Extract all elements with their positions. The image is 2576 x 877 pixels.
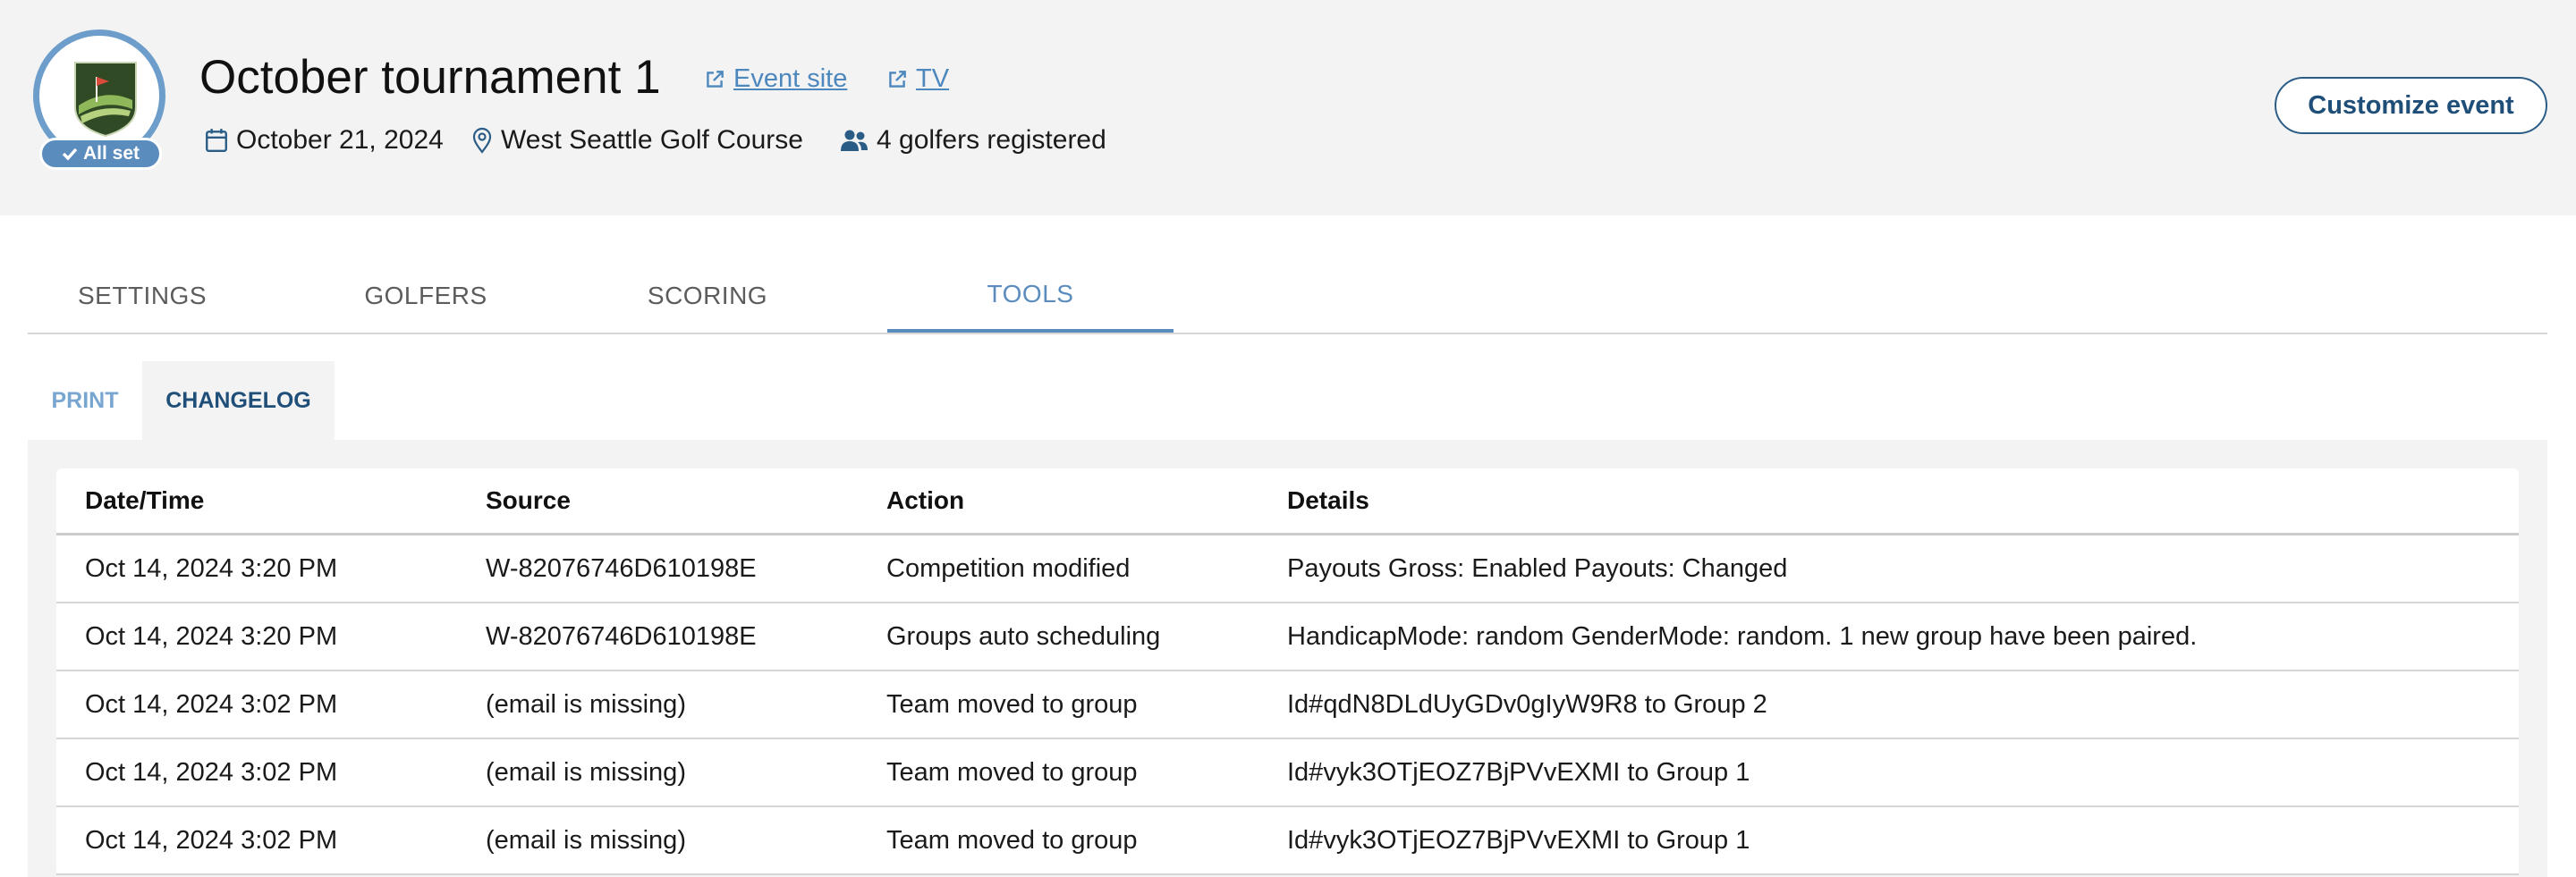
location-pin-icon bbox=[472, 127, 492, 154]
cell-action: Team moved to group bbox=[858, 806, 1258, 875]
cell-details: Payouts Gross: Enabled Payouts: Changed bbox=[1258, 534, 2519, 603]
tab-golfers[interactable]: GOLFERS bbox=[364, 259, 487, 333]
table-row: Oct 14, 2024 3:02 PM (email is missing) … bbox=[56, 806, 2519, 875]
event-date: October 21, 2024 bbox=[205, 125, 444, 156]
check-icon bbox=[62, 148, 78, 161]
page-title: October tournament 1 bbox=[199, 51, 661, 104]
event-header: All set October tournament 1 Event site … bbox=[0, 0, 2576, 215]
external-link-icon bbox=[889, 70, 906, 88]
table-header-row: Date/Time Source Action Details bbox=[56, 468, 2519, 535]
cell-source: (email is missing) bbox=[457, 738, 858, 807]
column-header-datetime: Date/Time bbox=[56, 468, 457, 535]
cell-action: Team moved to group bbox=[858, 670, 1258, 739]
event-location-text: West Seattle Golf Course bbox=[501, 125, 803, 155]
tab-tools[interactable]: TOOLS bbox=[887, 259, 1174, 333]
users-icon bbox=[841, 130, 868, 151]
main-tabs: SETTINGS GOLFERS SCORING TOOLS bbox=[28, 259, 2547, 334]
cell-details: HandicapMode: random GenderMode: random.… bbox=[1258, 603, 2519, 671]
cell-datetime: Oct 14, 2024 3:20 PM bbox=[56, 534, 457, 603]
event-date-text: October 21, 2024 bbox=[236, 125, 444, 155]
event-golfers-text: 4 golfers registered bbox=[877, 125, 1106, 155]
event-location: West Seattle Golf Course bbox=[471, 125, 803, 156]
event-golfers: 4 golfers registered bbox=[840, 125, 1106, 156]
cell-action: Team moved to group bbox=[858, 738, 1258, 807]
cell-details: Id#qdN8DLdUyGDv0gIyW9R8 to Group 2 bbox=[1258, 670, 2519, 739]
changelog-table-container: Date/Time Source Action Details Oct 14, … bbox=[56, 468, 2519, 875]
changelog-table: Date/Time Source Action Details Oct 14, … bbox=[56, 468, 2519, 875]
column-header-action: Action bbox=[858, 468, 1258, 535]
cell-datetime: Oct 14, 2024 3:20 PM bbox=[56, 603, 457, 671]
cell-action: Competition modified bbox=[858, 534, 1258, 603]
table-row: Oct 14, 2024 3:02 PM (email is missing) … bbox=[56, 738, 2519, 807]
tv-label: TV bbox=[916, 64, 950, 93]
calendar-icon bbox=[206, 129, 227, 153]
status-badge-label: All set bbox=[82, 143, 140, 164]
external-link-icon bbox=[707, 70, 724, 88]
cell-details: Id#vyk3OTjEOZ7BjPVvEXMI to Group 1 bbox=[1258, 806, 2519, 875]
subtab-print[interactable]: PRINT bbox=[28, 361, 142, 440]
table-row: Oct 14, 2024 3:02 PM (email is missing) … bbox=[56, 670, 2519, 739]
cell-datetime: Oct 14, 2024 3:02 PM bbox=[56, 806, 457, 875]
column-header-details: Details bbox=[1258, 468, 2519, 535]
cell-datetime: Oct 14, 2024 3:02 PM bbox=[56, 670, 457, 739]
cell-source: (email is missing) bbox=[457, 670, 858, 739]
tab-scoring[interactable]: SCORING bbox=[648, 259, 767, 333]
event-site-label: Event site bbox=[733, 64, 848, 93]
table-row: Oct 14, 2024 3:20 PM W-82076746D610198E … bbox=[56, 603, 2519, 671]
cell-source: (email is missing) bbox=[457, 806, 858, 875]
cell-action: Groups auto scheduling bbox=[858, 603, 1258, 671]
table-row: Oct 14, 2024 3:20 PM W-82076746D610198E … bbox=[56, 534, 2519, 603]
tv-link[interactable]: TV bbox=[886, 64, 949, 94]
event-site-link[interactable]: Event site bbox=[703, 64, 847, 94]
cell-source: W-82076746D610198E bbox=[457, 603, 858, 671]
subtab-changelog[interactable]: CHANGELOG bbox=[142, 361, 335, 440]
cell-details: Id#vyk3OTjEOZ7BjPVvEXMI to Group 1 bbox=[1258, 738, 2519, 807]
column-header-source: Source bbox=[457, 468, 858, 535]
changelog-panel: Date/Time Source Action Details Oct 14, … bbox=[28, 440, 2547, 877]
cell-datetime: Oct 14, 2024 3:02 PM bbox=[56, 738, 457, 807]
customize-event-button[interactable]: Customize event bbox=[2275, 77, 2547, 134]
cell-source: W-82076746D610198E bbox=[457, 534, 858, 603]
golf-logo bbox=[74, 62, 137, 138]
status-badge: All set bbox=[39, 138, 162, 170]
tab-settings[interactable]: SETTINGS bbox=[78, 259, 207, 333]
